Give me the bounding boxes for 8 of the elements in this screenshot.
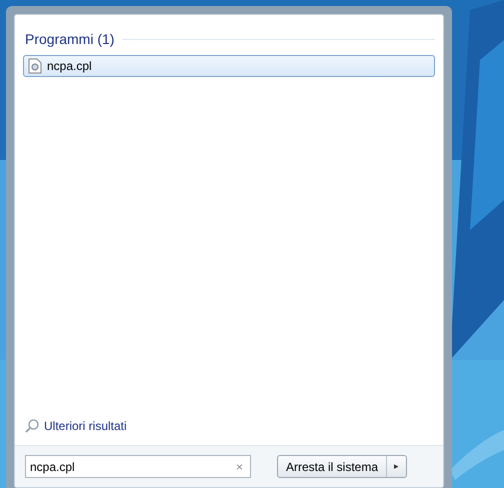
shutdown-button[interactable]: Arresta il sistema <box>278 456 388 477</box>
result-item[interactable]: ncpa.cpl <box>23 55 435 77</box>
search-icon <box>25 419 39 433</box>
more-results-link[interactable]: Ulteriori risultati <box>44 417 127 435</box>
shutdown-options-button[interactable]: ▸ <box>387 456 406 477</box>
search-field[interactable]: ncpa.cpl × <box>25 455 251 478</box>
section-heading: Programmi (1) <box>25 30 114 49</box>
file-icon <box>28 58 42 74</box>
